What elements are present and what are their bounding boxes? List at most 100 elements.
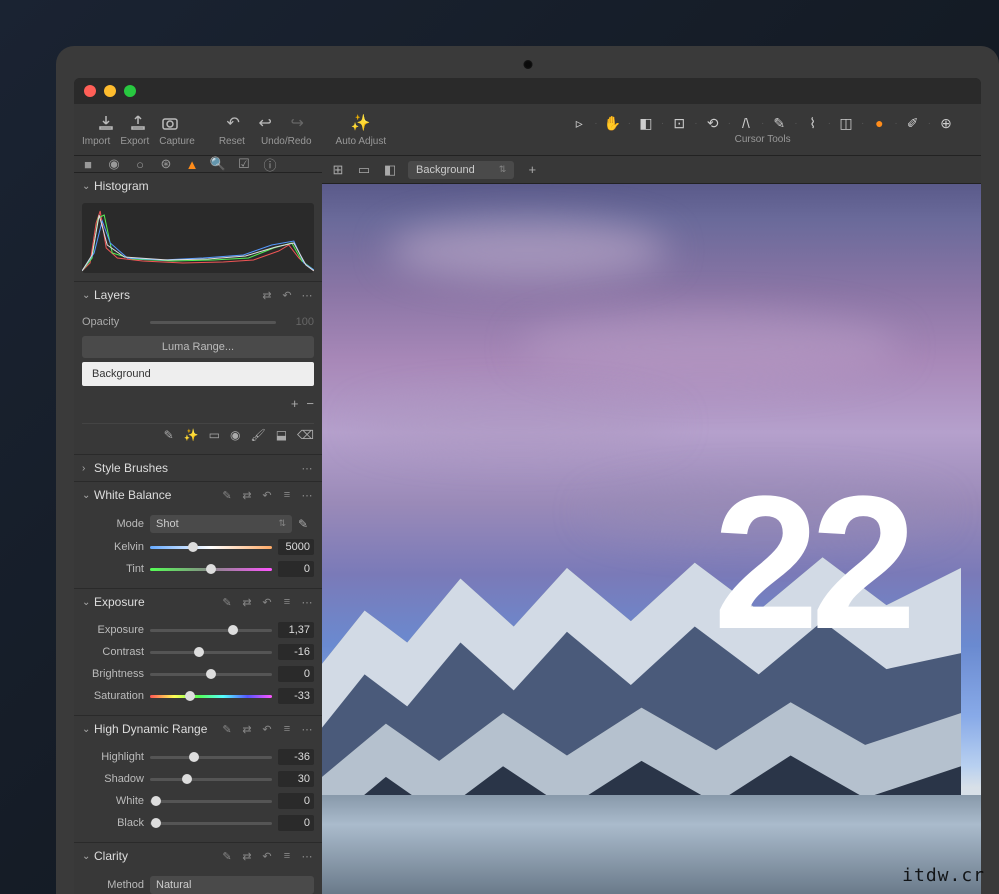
metadata-tab-icon[interactable]: ⓘ: [262, 156, 278, 172]
panel-menu-icon[interactable]: ⋯: [300, 722, 314, 736]
lens-tab-icon[interactable]: ○: [132, 156, 148, 172]
brush-auto-icon[interactable]: ✨: [184, 428, 199, 442]
export-icon[interactable]: [127, 112, 149, 134]
saturation-value[interactable]: -33: [278, 688, 314, 704]
close-window-button[interactable]: [84, 85, 96, 97]
black-value[interactable]: 0: [278, 815, 314, 831]
reset-icon[interactable]: ↶: [260, 722, 274, 736]
hdr-header[interactable]: ⌄ High Dynamic Range ✎ ⇄ ↶ ≡ ⋯: [74, 716, 322, 742]
luma-range-button[interactable]: Luma Range...: [82, 336, 314, 358]
layers-header[interactable]: ⌄ Layers ⇄ ↶ ⋯: [74, 282, 322, 308]
black-slider[interactable]: [150, 816, 272, 830]
brightness-slider[interactable]: [150, 667, 272, 681]
keystone-tool-icon[interactable]: /\: [737, 114, 755, 132]
preset-icon[interactable]: ≡: [280, 488, 294, 502]
opacity-slider[interactable]: [150, 321, 276, 324]
eraser-tool-icon[interactable]: ◫: [837, 114, 855, 132]
auto-adjust-icon[interactable]: ✨: [350, 112, 372, 134]
maximize-window-button[interactable]: [124, 85, 136, 97]
copy-adjustments-icon[interactable]: ⇄: [260, 288, 274, 302]
kelvin-slider[interactable]: [150, 540, 272, 554]
minimize-window-button[interactable]: [104, 85, 116, 97]
undo-icon[interactable]: ↩: [254, 112, 276, 134]
exposure-tab-icon[interactable]: ▲: [184, 156, 200, 172]
kelvin-value[interactable]: 5000: [278, 539, 314, 555]
brush-tool-icon[interactable]: ⌇: [804, 114, 822, 132]
exposure-header[interactable]: ⌄ Exposure ✎ ⇄ ↶ ≡ ⋯: [74, 589, 322, 615]
copy-icon[interactable]: ⇄: [240, 849, 254, 863]
white-value[interactable]: 0: [278, 793, 314, 809]
copy-icon[interactable]: ⇄: [240, 488, 254, 502]
reset-icon[interactable]: ↶: [260, 488, 274, 502]
gradient-tool-icon[interactable]: ✐: [904, 114, 922, 132]
redo-icon[interactable]: ↪: [286, 112, 308, 134]
clarity-method-select[interactable]: Natural: [150, 876, 314, 894]
brush-fill-icon[interactable]: ⬓: [276, 428, 287, 442]
white-slider[interactable]: [150, 794, 272, 808]
auto-icon[interactable]: ✎: [220, 595, 234, 609]
histogram-display[interactable]: [82, 203, 314, 273]
contrast-value[interactable]: -16: [278, 644, 314, 660]
spot-tool-icon[interactable]: ✎: [770, 114, 788, 132]
copy-icon[interactable]: ⇄: [240, 595, 254, 609]
crop-tool-icon[interactable]: ⊡: [670, 114, 688, 132]
tint-value[interactable]: 0: [278, 561, 314, 577]
mask-tool-icon[interactable]: ●: [870, 114, 888, 132]
auto-icon[interactable]: ✎: [220, 849, 234, 863]
reset-icon[interactable]: ↶: [222, 112, 244, 134]
exposure-value[interactable]: 1,37: [278, 622, 314, 638]
preset-icon[interactable]: ≡: [280, 595, 294, 609]
panel-menu-icon[interactable]: ⋯: [300, 461, 314, 475]
reset-icon[interactable]: ↶: [260, 849, 274, 863]
compare-view-icon[interactable]: ◧: [382, 162, 398, 178]
grid-view-icon[interactable]: ⊞: [330, 162, 346, 178]
panel-menu-icon[interactable]: ⋯: [300, 595, 314, 609]
highlight-value[interactable]: -36: [278, 749, 314, 765]
style-brushes-header[interactable]: › Style Brushes ⋯: [74, 455, 322, 481]
brush-linear-icon[interactable]: ▭: [209, 428, 220, 442]
details-tab-icon[interactable]: 🔍: [210, 156, 226, 172]
brightness-value[interactable]: 0: [278, 666, 314, 682]
hand-tool-icon[interactable]: ✋: [604, 114, 622, 132]
capture-tab-icon[interactable]: ◉: [106, 156, 122, 172]
pointer-tool-icon[interactable]: ▹: [570, 114, 588, 132]
add-layer-icon[interactable]: +: [291, 396, 299, 411]
brush-picker-icon[interactable]: ✎: [164, 428, 174, 442]
reset-panel-icon[interactable]: ↶: [280, 288, 294, 302]
white-balance-header[interactable]: ⌄ White Balance ✎ ⇄ ↶ ≡ ⋯: [74, 482, 322, 508]
preset-icon[interactable]: ≡: [280, 849, 294, 863]
contrast-slider[interactable]: [150, 645, 272, 659]
reset-icon[interactable]: ↶: [260, 595, 274, 609]
panel-menu-icon[interactable]: ⋯: [300, 488, 314, 502]
shadow-value[interactable]: 30: [278, 771, 314, 787]
capture-icon[interactable]: [159, 112, 181, 134]
viewer-layer-select[interactable]: Background ⇅: [408, 161, 514, 179]
color-tab-icon[interactable]: ⊛: [158, 156, 174, 172]
layer-item-background[interactable]: Background: [82, 362, 314, 386]
import-icon[interactable]: [95, 112, 117, 134]
exposure-slider[interactable]: [150, 623, 272, 637]
style-tab-icon[interactable]: ☑: [236, 156, 252, 172]
remove-layer-icon[interactable]: −: [306, 396, 314, 411]
single-view-icon[interactable]: ▭: [356, 162, 372, 178]
add-variant-icon[interactable]: +: [524, 162, 540, 177]
eyedropper-tool-icon[interactable]: ◧: [637, 114, 655, 132]
clone-tool-icon[interactable]: ⊕: [937, 114, 955, 132]
library-tab-icon[interactable]: ■: [80, 156, 96, 172]
preset-icon[interactable]: ≡: [280, 722, 294, 736]
saturation-slider[interactable]: [150, 689, 272, 703]
shadow-slider[interactable]: [150, 772, 272, 786]
auto-icon[interactable]: ✎: [220, 488, 234, 502]
rotate-tool-icon[interactable]: ⟲: [704, 114, 722, 132]
wb-mode-select[interactable]: Shot ⇅: [150, 515, 292, 533]
tint-slider[interactable]: [150, 562, 272, 576]
wb-picker-icon[interactable]: ✎: [298, 517, 314, 531]
image-canvas[interactable]: 22: [322, 184, 981, 894]
clarity-header[interactable]: ⌄ Clarity ✎ ⇄ ↶ ≡ ⋯: [74, 843, 322, 869]
auto-icon[interactable]: ✎: [220, 722, 234, 736]
brush-radial-icon[interactable]: ◉: [230, 428, 240, 442]
brush-erase-icon[interactable]: ⌫: [297, 428, 314, 442]
highlight-slider[interactable]: [150, 750, 272, 764]
copy-icon[interactable]: ⇄: [240, 722, 254, 736]
panel-menu-icon[interactable]: ⋯: [300, 288, 314, 302]
